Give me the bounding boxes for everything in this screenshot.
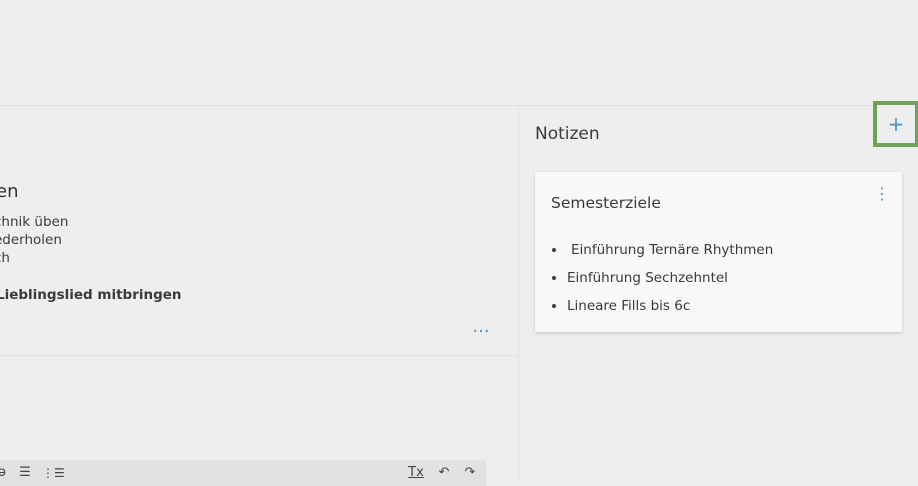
list-item: Einführung Sechzehntel [567,264,773,292]
list-item: Lineare Fills bis 6c [567,292,773,320]
list-item: Einführung Ternäre Rhythmen [567,236,773,264]
strikethrough-icon[interactable]: ə [0,464,8,482]
note-item-text: Einführung Sechzehntel [567,270,728,286]
undo-icon[interactable]: ↶ [436,464,452,482]
notes-title: Notizen [535,124,600,144]
note-card[interactable]: Semesterziele ⋮ Einführung Ternäre Rhyth… [535,172,902,332]
lesson-title: en [0,181,19,202]
lesson-line: chnik üben [0,214,69,230]
redo-icon[interactable]: ↷ [462,464,478,482]
editor-toolbar: ə ☰ ⋮☰ Tx ↶ ↷ [0,460,486,486]
note-list: Einführung Ternäre Rhythmen Einführung S… [551,236,773,320]
more-options-icon[interactable]: ··· [472,322,490,342]
lesson-line: ederholen [0,232,62,248]
lesson-line: ch [0,250,10,266]
note-card-title: Semesterziele [551,194,661,212]
note-item-text: Lineare Fills bis 6c [567,298,691,314]
bullet-list-icon[interactable]: ☰ [16,464,34,482]
numbered-list-icon[interactable]: ⋮☰ [42,464,65,482]
clear-format-icon[interactable]: Tx [406,464,426,482]
kebab-menu-icon[interactable]: ⋮ [874,184,890,204]
lesson-text: chnik üben ederholen ch [0,213,68,267]
lesson-homework: Lieblingslied mitbringen [0,287,182,303]
top-bar [0,0,918,106]
note-item-text: Einführung Ternäre Rhythmen [571,242,774,258]
divider [0,355,518,356]
plus-icon: + [887,112,905,136]
add-note-button[interactable]: + [873,101,918,147]
